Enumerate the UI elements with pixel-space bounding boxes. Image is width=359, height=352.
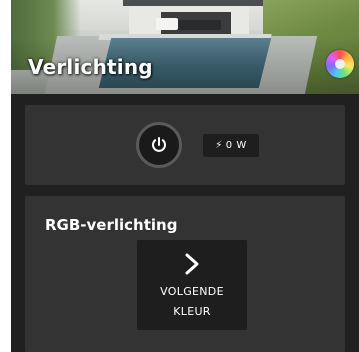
- app-frame: Verlichting ⚡ 0 W RGB-verlichting VOLGEN…: [11, 0, 359, 352]
- power-card: ⚡ 0 W: [25, 105, 345, 185]
- power-button[interactable]: [136, 122, 182, 168]
- color-palette-icon[interactable]: [326, 50, 354, 78]
- header-image: Verlichting: [11, 0, 359, 94]
- rgb-title: RGB-verlichting: [45, 216, 178, 234]
- power-reading: 0 W: [225, 140, 247, 151]
- page-title: Verlichting: [28, 55, 153, 79]
- power-icon: [152, 137, 166, 152]
- bolt-icon: ⚡: [215, 140, 223, 151]
- next-color-label: VOLGENDE KLEUR: [160, 285, 224, 318]
- power-reading-badge: ⚡ 0 W: [203, 134, 259, 157]
- rgb-card: RGB-verlichting VOLGENDE KLEUR: [25, 196, 345, 352]
- next-color-button[interactable]: VOLGENDE KLEUR: [137, 240, 247, 330]
- header-shade: [11, 0, 359, 94]
- chevron-right-icon: [185, 253, 199, 275]
